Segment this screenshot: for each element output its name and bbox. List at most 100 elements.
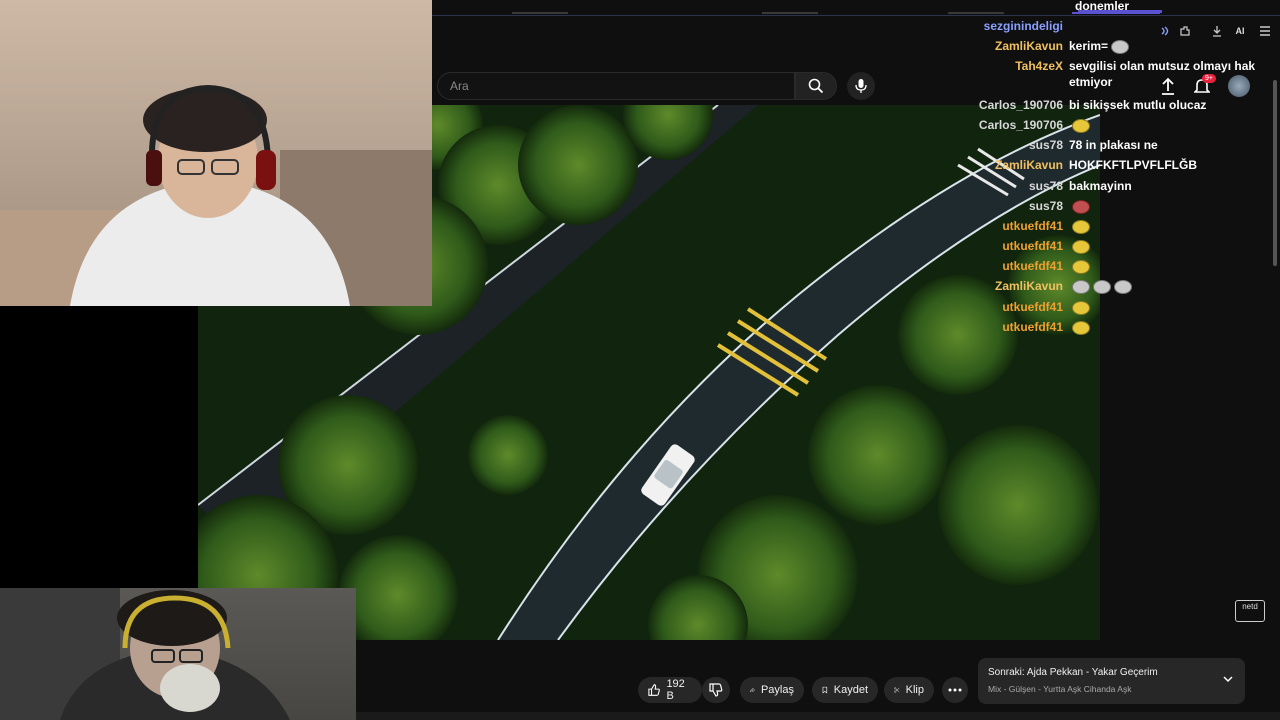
bookmark-icon	[822, 686, 828, 694]
emote-icon	[1114, 279, 1132, 294]
share-button[interactable]: Paylaş	[740, 677, 804, 703]
chat-text	[1069, 299, 1264, 315]
chat-text: bakmayinn	[1069, 178, 1264, 194]
chat-message-text: 78 in plakası ne	[1069, 138, 1158, 152]
emote-icon	[1072, 300, 1090, 315]
microphone-icon	[855, 79, 867, 93]
search-input[interactable]: Ara	[437, 72, 795, 100]
dislike-button[interactable]	[702, 677, 730, 703]
search-icon	[808, 78, 824, 94]
voice-search-button[interactable]	[847, 72, 875, 100]
chat-message-text: sevgilisi olan mutsuz olmayı hak etmiyor	[1069, 59, 1256, 89]
up-next-prefix: Sonraki:	[988, 667, 1025, 678]
chat-text: kerim=	[1069, 38, 1264, 54]
share-icon	[750, 687, 755, 693]
chat-message: utkuefdf41	[960, 218, 1264, 234]
chat-message: utkuefdf41	[960, 238, 1264, 254]
emote-icon	[1072, 219, 1090, 234]
chat-message: sus78	[960, 198, 1264, 214]
chat-message: sezginindeligi	[960, 18, 1264, 34]
emote-icon	[1093, 279, 1111, 294]
up-next-card[interactable]: Sonraki: Ajda Pekkan - Yakar Geçerim Mix…	[978, 658, 1245, 704]
more-icon	[948, 688, 962, 692]
emote-icon	[1072, 279, 1090, 294]
chat-message: utkuefdf41	[960, 258, 1264, 274]
up-next-video-title: Ajda Pekkan - Yakar Geçerim	[1026, 667, 1158, 678]
like-button[interactable]: 192 B	[638, 677, 702, 703]
chat-message: utkuefdf41	[960, 299, 1264, 315]
thumbs-up-icon	[648, 684, 660, 696]
chat-text	[1069, 198, 1264, 214]
save-button[interactable]: Kaydet	[812, 677, 878, 703]
chat-progress	[1078, 10, 1162, 13]
like-count: 192 B	[666, 678, 685, 702]
up-next-subtitle: Mix - Gülşen - Yurtta Aşk Cihanda Aşk	[988, 684, 1132, 694]
chat-text: HOKFKFTLPVFLFLĞB	[1069, 157, 1264, 173]
scissors-icon	[894, 687, 900, 693]
bottom-strip	[356, 712, 1280, 720]
chat-text	[1069, 117, 1264, 133]
chat-username[interactable]: sus78	[960, 178, 1069, 194]
chat-message-text: kerim=	[1069, 39, 1109, 53]
chat-text	[1069, 319, 1264, 335]
chat-text	[1069, 258, 1264, 274]
chat-username[interactable]: Carlos_190706	[960, 97, 1069, 113]
chat-username[interactable]: sus78	[960, 198, 1069, 214]
chat-message-text: bakmayinn	[1069, 179, 1132, 193]
chat-text: 78 in plakası ne	[1069, 137, 1264, 153]
chat-username[interactable]: Tah4zeX	[960, 58, 1069, 90]
chat-text	[1069, 278, 1264, 294]
thumbs-down-icon	[709, 683, 723, 697]
chat-text: bi sikişsek mutlu olucaz	[1069, 97, 1264, 113]
chat-message: Carlos_190706 bi sikişsek mutlu olucaz	[960, 97, 1264, 113]
scrollbar[interactable]	[1273, 80, 1277, 266]
clip-label: Klip	[905, 684, 924, 696]
chat-username[interactable]: ZamliKavun	[960, 278, 1069, 294]
chat-message: ZamliKavun HOKFKFTLPVFLFLĞB	[960, 157, 1264, 173]
watermark-text: netd	[1242, 602, 1258, 611]
more-actions-button[interactable]	[942, 677, 968, 703]
clip-button[interactable]: Klip	[884, 677, 934, 703]
background-black	[0, 306, 198, 588]
chat-message: sus78 bakmayinn	[960, 178, 1264, 194]
chat-username[interactable]: utkuefdf41	[960, 299, 1069, 315]
webcam-image	[0, 588, 290, 720]
emote-icon	[1072, 320, 1090, 335]
chat-text: sevgilisi olan mutsuz olmayı hak etmiyor	[1069, 58, 1264, 90]
chevron-down-icon[interactable]	[1223, 676, 1233, 683]
chat-message: utkuefdf41	[960, 319, 1264, 335]
tab-indicator	[762, 12, 818, 14]
chat-message: sus78 78 in plakası ne	[960, 137, 1264, 153]
chat-username[interactable]: utkuefdf41	[960, 258, 1069, 274]
chat-message: Carlos_190706	[960, 117, 1264, 133]
chat-message: Tah4zeX sevgilisi olan mutsuz olmayı hak …	[960, 58, 1264, 90]
chat-username[interactable]: Carlos_190706	[960, 117, 1069, 133]
tab-indicator	[512, 12, 568, 14]
emote-icon	[1072, 118, 1090, 133]
share-label: Paylaş	[760, 684, 794, 696]
chat-message: ZamliKavun	[960, 278, 1264, 294]
save-label: Kaydet	[833, 684, 868, 696]
emote-icon	[1072, 199, 1090, 214]
chat-username[interactable]: sezginindeligi	[960, 18, 1069, 34]
chat-username[interactable]: utkuefdf41	[960, 218, 1069, 234]
chat-username[interactable]: sus78	[960, 137, 1069, 153]
chat-overlay: donemler sezginindeligi ZamliKavun kerim= T…	[960, 0, 1280, 340]
chat-text	[1069, 218, 1264, 234]
chat-text	[1069, 18, 1264, 34]
webcam-streamer-main	[0, 0, 432, 306]
chat-message: ZamliKavun kerim=	[960, 38, 1264, 54]
chat-message-text: bi sikişsek mutlu olucaz	[1069, 98, 1207, 112]
up-next-title: Sonraki: Ajda Pekkan - Yakar Geçerim	[988, 667, 1235, 678]
emote-icon	[1111, 39, 1130, 54]
chat-username[interactable]: utkuefdf41	[960, 319, 1069, 335]
emote-icon	[1072, 259, 1090, 274]
search-button[interactable]	[795, 72, 837, 100]
chat-username[interactable]: utkuefdf41	[960, 238, 1069, 254]
chat-message-text: HOKFKFTLPVFLFLĞB	[1069, 158, 1197, 172]
channel-watermark: netd	[1235, 600, 1265, 622]
search-placeholder: Ara	[450, 79, 469, 93]
webcam-streamer-secondary	[0, 588, 356, 720]
chat-username[interactable]: ZamliKavun	[960, 157, 1069, 173]
chat-username[interactable]: ZamliKavun	[960, 38, 1069, 54]
